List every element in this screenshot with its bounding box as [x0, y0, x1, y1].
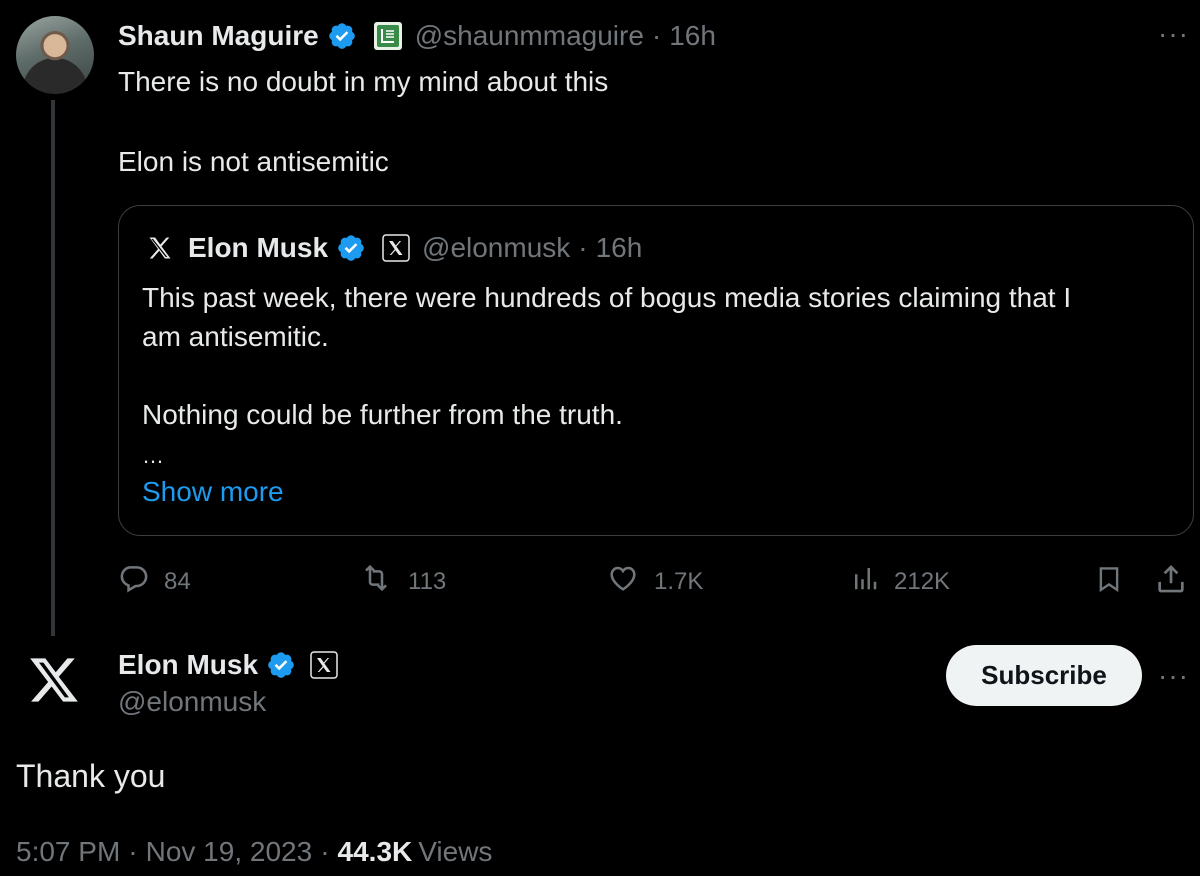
show-more-link[interactable]: Show more	[142, 476, 284, 508]
tweet-text-line-2: Elon is not antisemitic	[118, 146, 389, 177]
reply-count: 84	[164, 567, 191, 595]
quoted-author-handle: @elonmusk	[422, 232, 571, 263]
like-count: 1.7K	[654, 567, 704, 595]
analytics-icon	[850, 562, 880, 601]
x-affiliate-badge-icon	[382, 234, 410, 262]
author-name[interactable]: Shaun Maguire	[118, 20, 319, 52]
verified-icon	[336, 233, 366, 263]
views-label: Views	[418, 836, 493, 867]
share-icon[interactable]	[1154, 562, 1188, 601]
quoted-text-line-1: This past week, there were hundreds of b…	[142, 282, 1072, 313]
affiliate-badge-icon	[373, 21, 403, 51]
repost-icon	[358, 562, 394, 601]
heart-icon	[606, 562, 640, 601]
separator: ·	[320, 836, 330, 867]
tweet-time[interactable]: 5:07 PM	[16, 836, 120, 868]
separator: ·	[651, 20, 662, 51]
more-options-icon[interactable]: ···	[1158, 18, 1189, 50]
views-button[interactable]: 212K	[850, 562, 950, 601]
bookmark-icon[interactable]	[1094, 562, 1124, 601]
thread-line	[51, 100, 55, 636]
reply-icon	[118, 562, 150, 601]
separator: ·	[578, 232, 588, 263]
repost-count: 113	[408, 567, 447, 595]
tweet-text-line-1: There is no doubt in my mind about this	[118, 66, 609, 97]
main-tweet-text: Thank you	[16, 758, 166, 794]
reply-button[interactable]: 84	[118, 562, 191, 601]
tweet-time[interactable]: 16h	[669, 20, 716, 52]
views-count: 212K	[894, 567, 951, 595]
more-options-icon[interactable]: ···	[1158, 660, 1189, 692]
quoted-ellipsis: …	[142, 443, 164, 468]
subscribe-button[interactable]: Subscribe	[946, 645, 1142, 706]
quoted-author-name: Elon Musk	[188, 232, 329, 263]
avatar[interactable]	[16, 16, 94, 94]
verified-icon	[327, 21, 357, 51]
tweet-date[interactable]: Nov 19, 2023	[146, 836, 313, 868]
tweet-header: Shaun Maguire @shaunmmaguire · 16h	[118, 16, 716, 56]
main-tweet-header: Elon Musk	[118, 644, 338, 686]
author-handle[interactable]: @elonmusk	[118, 686, 266, 718]
author-name[interactable]: Elon Musk	[118, 649, 258, 681]
like-button[interactable]: 1.7K	[606, 562, 703, 601]
quoted-text-line-2: am antisemitic.	[142, 321, 329, 352]
x-affiliate-badge-icon	[310, 651, 338, 679]
tweet-meta: 5:07 PM · Nov 19, 2023 · 44.3K Views	[16, 836, 492, 868]
verified-icon	[266, 650, 296, 680]
x-logo-avatar-icon	[146, 234, 174, 262]
quoted-tweet-time: 16h	[595, 232, 643, 263]
author-handle[interactable]: @shaunmmaguire	[415, 20, 644, 52]
quoted-text-line-3: Nothing could be further from the truth.	[142, 399, 623, 430]
views-count: 44.3K	[337, 836, 413, 867]
separator: ·	[128, 836, 138, 867]
quoted-tweet-header: Elon Musk @elonmusk · 16h	[146, 228, 642, 268]
repost-button[interactable]: 113	[358, 562, 446, 601]
x-logo-avatar-icon[interactable]	[28, 656, 80, 709]
